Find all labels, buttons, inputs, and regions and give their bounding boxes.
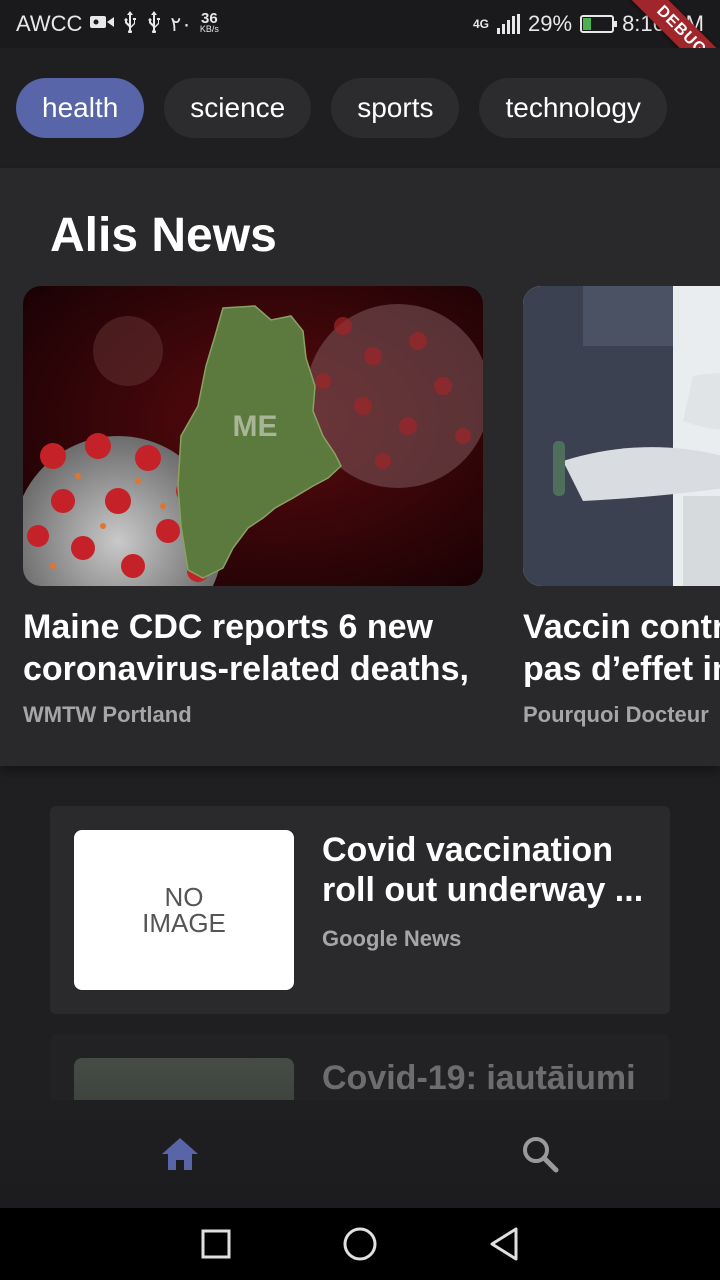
nav-home-button[interactable] (0, 1100, 360, 1208)
bottom-navigation (0, 1100, 720, 1208)
featured-source: WMTW Portland (23, 702, 192, 727)
featured-panel: Alis News ME Maine CDC reports 6 new cor… (0, 168, 720, 766)
state-abbreviation: ME (233, 410, 278, 443)
status-left: AWCC ٢٠ 36 KB/s (16, 10, 219, 38)
list-item-source: Google News (322, 926, 462, 951)
battery-icon (580, 15, 618, 33)
data-rate: 36 KB/s (199, 10, 219, 34)
no-image-thumbnail: NO IMAGE (74, 830, 294, 990)
carrier-label: AWCC (16, 11, 83, 36)
chip-health[interactable]: health (16, 78, 145, 138)
home-icon (162, 1138, 198, 1170)
chip-science[interactable]: science (164, 78, 312, 138)
list-item-title[interactable]: Covid-19: iautāiumi (322, 1058, 646, 1098)
usb-icon-2 (146, 10, 162, 38)
arabic-digits: ٢٠ (170, 13, 192, 36)
status-bar: AWCC ٢٠ 36 KB/s 4G 29% 8:16 PM (0, 0, 720, 94)
search-icon (523, 1137, 559, 1173)
battery-percent: 29% (528, 11, 573, 36)
chip-sports[interactable]: sports (331, 78, 460, 138)
list-item[interactable]: NO IMAGE Covid vaccination roll out unde… (50, 806, 670, 1014)
screen: AWCC ٢٠ 36 KB/s 4G 29% 8:16 PM (0, 0, 720, 1280)
network-type: 4G (473, 17, 490, 31)
app-title: Alis News (50, 209, 277, 262)
back-triangle-icon[interactable] (488, 1226, 520, 1262)
list-item-text: Covid vaccination roll out underway ... … (322, 830, 646, 990)
category-chips: health science sports technology (0, 48, 720, 168)
featured-title[interactable]: Vaccin contre pas d’effet in (523, 606, 720, 690)
signal-icon (497, 14, 521, 34)
maine-covid-illustration: ME (23, 286, 483, 586)
usb-icon (122, 10, 138, 38)
chip-technology[interactable]: technology (479, 78, 667, 138)
nav-search-button[interactable] (360, 1100, 720, 1208)
featured-source: Pourquoi Docteur (523, 702, 709, 727)
featured-card[interactable]: ME Maine CDC reports 6 new coronavirus-r… (23, 286, 483, 728)
featured-card[interactable]: Vaccin contre pas d’effet in Pourquoi Do… (523, 286, 720, 728)
list-item-title[interactable]: Covid vaccination roll out underway ... (322, 830, 646, 910)
featured-image: ME (23, 286, 483, 586)
featured-image (523, 286, 720, 586)
featured-title[interactable]: Maine CDC reports 6 new coronavirus-rela… (23, 606, 483, 690)
system-navigation-bar (0, 1208, 720, 1280)
data-rate-value: 36 (201, 10, 218, 27)
vaccine-photo (523, 286, 720, 586)
featured-carousel[interactable]: ME Maine CDC reports 6 new coronavirus-r… (23, 286, 720, 746)
recents-square-icon[interactable] (200, 1228, 232, 1260)
battery-fill (583, 18, 592, 30)
video-camera-icon (90, 13, 115, 36)
home-circle-icon[interactable] (342, 1226, 378, 1262)
thumb-text: NO IMAGE (142, 882, 226, 938)
data-rate-unit: KB/s (199, 24, 219, 34)
